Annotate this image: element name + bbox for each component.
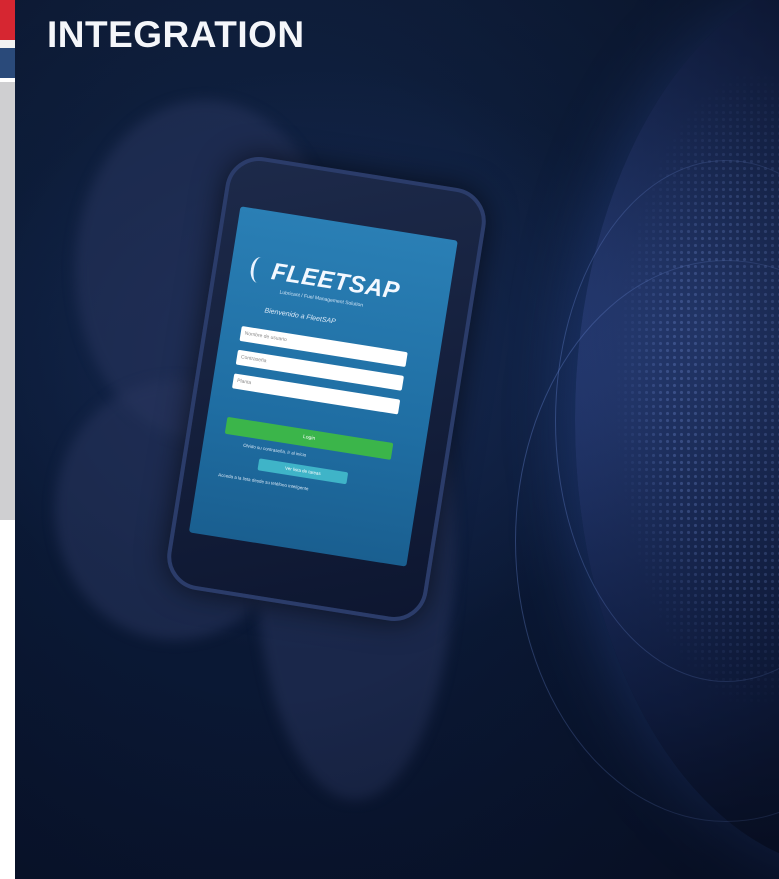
grey-margin-panel [0, 82, 15, 520]
globe-orbit-arc [515, 260, 779, 822]
page-title: INTEGRATION [47, 14, 305, 55]
welcome-text: Bienvenido a FleetSAP [263, 307, 337, 326]
fleetsap-logo-icon [248, 255, 270, 285]
phone-login-screen: FLEETSAP Lubricant / Fuel Management Sol… [188, 206, 458, 567]
margin-gap [0, 40, 15, 48]
navy-accent-bar [0, 48, 15, 78]
integration-page: FLEETSAP Lubricant / Fuel Management Sol… [0, 0, 779, 879]
left-margin-strip [0, 0, 15, 879]
red-accent-bar [0, 0, 15, 40]
login-button[interactable]: Login [224, 416, 394, 460]
hero-image: FLEETSAP Lubricant / Fuel Management Sol… [15, 0, 779, 879]
